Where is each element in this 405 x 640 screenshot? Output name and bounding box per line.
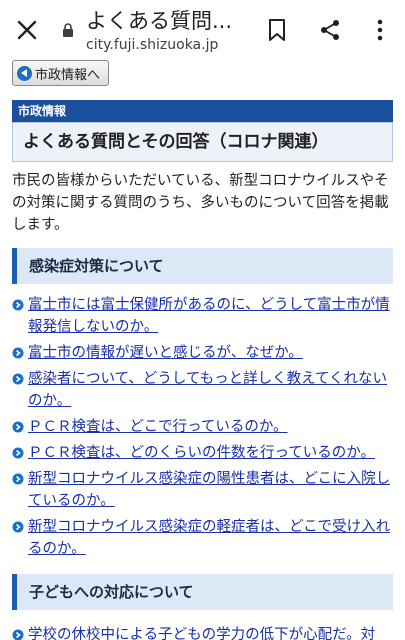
bullet-icon: [12, 373, 24, 385]
url-text: city.fuji.shizuoka.jp: [86, 37, 219, 53]
bullet-icon: [12, 447, 24, 459]
bullet-icon: [12, 629, 24, 640]
category-heading-infection: 感染症対策について: [12, 248, 393, 284]
bullet-icon: [12, 521, 24, 533]
page-content: 市政情報へ 市政情報 よくある質問とその回答（コロナ関連） 市民の皆様からいただ…: [0, 58, 405, 640]
more-options-icon[interactable]: [370, 18, 390, 42]
section-label: 市政情報: [12, 100, 393, 122]
page-title: よくある質問とその回答（コロナ関連）: [12, 122, 393, 162]
intro-text: 市民の皆様からいただいている、新型コロナウイルスやその対策に関する質問のうち、多…: [12, 173, 389, 233]
list-item: ＰＣＲ検査は、どこで行っているのか。: [12, 416, 395, 438]
faq-list: 富士市には富士保健所があるのに、どうして富士市が情報発信しないのか。 富士市の情…: [12, 294, 395, 564]
list-item: ＰＣＲ検査は、どのくらいの件数を行っているのか。: [12, 442, 395, 464]
share-icon[interactable]: [318, 18, 342, 42]
browser-toolbar: よくある質問... city.fuji.shizuoka.jp: [0, 0, 405, 58]
faq-link[interactable]: 新型コロナウイルス感染症の陽性患者は、どこに入院しているのか。: [28, 468, 395, 512]
bullet-icon: [12, 473, 24, 485]
lock-icon: [63, 23, 73, 37]
list-item: 新型コロナウイルス感染症の軽症者は、どこで受け入れるのか。: [12, 516, 395, 560]
bullet-icon: [12, 421, 24, 433]
list-item: 感染者について、どうしてもっと詳しく教えてくれないのか。: [12, 368, 395, 412]
faq-link[interactable]: 富士市には富士保健所があるのに、どうして富士市が情報発信しないのか。: [28, 294, 395, 338]
category-heading-children: 子どもへの対応について: [12, 574, 393, 610]
bullet-icon: [12, 299, 24, 311]
bookmark-icon[interactable]: [266, 18, 288, 42]
list-item: 学校の休校中による子どもの学力の低下が心配だ。対: [12, 624, 395, 640]
faq-link[interactable]: 学校の休校中による子どもの学力の低下が心配だ。対: [28, 624, 375, 640]
close-icon[interactable]: [16, 19, 38, 41]
bullet-icon: [12, 347, 24, 359]
back-button-label: 市政情報へ: [35, 67, 101, 83]
back-to-city-info-button[interactable]: 市政情報へ: [12, 60, 110, 86]
faq-link[interactable]: ＰＣＲ検査は、どのくらいの件数を行っているのか。: [28, 442, 375, 464]
list-item: 富士市には富士保健所があるのに、どうして富士市が情報発信しないのか。: [12, 294, 395, 338]
faq-link[interactable]: 感染者について、どうしてもっと詳しく教えてくれないのか。: [28, 368, 395, 412]
list-item: 新型コロナウイルス感染症の陽性患者は、どこに入院しているのか。: [12, 468, 395, 512]
back-arrow-icon: [17, 65, 32, 81]
faq-link[interactable]: ＰＣＲ検査は、どこで行っているのか。: [28, 416, 288, 438]
faq-link[interactable]: 新型コロナウイルス感染症の軽症者は、どこで受け入れるのか。: [28, 516, 395, 560]
list-item: 富士市の情報が遅いと感じるが、なぜか。: [12, 342, 395, 364]
faq-link[interactable]: 富士市の情報が遅いと感じるが、なぜか。: [28, 342, 303, 364]
tab-page-title: よくある質問...: [86, 9, 233, 33]
